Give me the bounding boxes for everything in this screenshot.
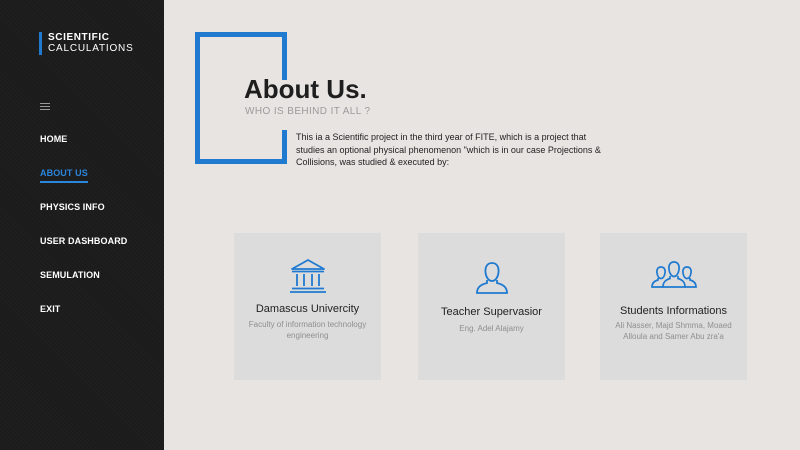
intro-paragraph: This ia a Scientific project in the thir… (296, 132, 601, 167)
card-description: Ali Nasser, Majd Shmma, Moaed Alloula an… (615, 321, 732, 341)
nav-link-user-dashboard[interactable]: USER DASHBOARD (40, 236, 127, 249)
card-title: Students Informations (619, 305, 727, 317)
frame-decoration-right-bottom (282, 130, 287, 164)
frame-decoration-right-top (282, 32, 287, 80)
nav-item-semulation: SEMULATION (40, 265, 127, 299)
nav-item-about-us: ABOUT US (40, 163, 127, 197)
university-icon (289, 259, 326, 293)
sidebar: SCIENTIFIC CALCULATIONS HOME ABOUT US PH… (0, 0, 164, 450)
frame-decoration-bottom (195, 159, 287, 164)
nav-link-physics-info[interactable]: PHYSICS INFO (40, 202, 105, 215)
card-students: Students Informations Ali Nasser, Majd S… (600, 233, 747, 380)
brand-line1: SCIENTIFIC (48, 32, 110, 43)
frame-decoration-top (195, 32, 287, 37)
nav-item-exit: EXIT (40, 299, 127, 333)
user-icon (475, 262, 508, 294)
brand-line2: CALCULATIONS (48, 43, 134, 54)
nav-item-user-dashboard: USER DASHBOARD (40, 231, 127, 265)
page-subtitle: WHO IS BEHIND IT ALL ? (245, 106, 371, 117)
card-title: Damascus Univercity (255, 303, 360, 315)
users-group-icon (650, 261, 697, 288)
nav-item-home: HOME (40, 129, 127, 163)
nav-link-exit[interactable]: EXIT (40, 304, 60, 317)
menu-toggle-icon[interactable] (40, 103, 50, 111)
card-university: Damascus Univercity Faculty of informati… (234, 233, 381, 380)
nav-link-home[interactable]: HOME (40, 134, 67, 147)
card-description: Eng. Adel Alajamy (459, 324, 524, 333)
nav-link-about-us[interactable]: ABOUT US (40, 168, 88, 183)
card-supervisor: Teacher Supervasior Eng. Adel Alajamy (418, 233, 565, 380)
card-title: Teacher Supervasior (441, 306, 542, 318)
brand-logo[interactable]: SCIENTIFIC CALCULATIONS (39, 32, 134, 55)
nav-link-semulation[interactable]: SEMULATION (40, 270, 100, 283)
card-description: Faculty of information technology engine… (248, 320, 367, 340)
page-title: About Us. (244, 74, 367, 104)
sidebar-nav: HOME ABOUT US PHYSICS INFO USER DASHBOAR… (40, 129, 127, 333)
frame-decoration-left (195, 32, 200, 164)
nav-item-physics-info: PHYSICS INFO (40, 197, 127, 231)
